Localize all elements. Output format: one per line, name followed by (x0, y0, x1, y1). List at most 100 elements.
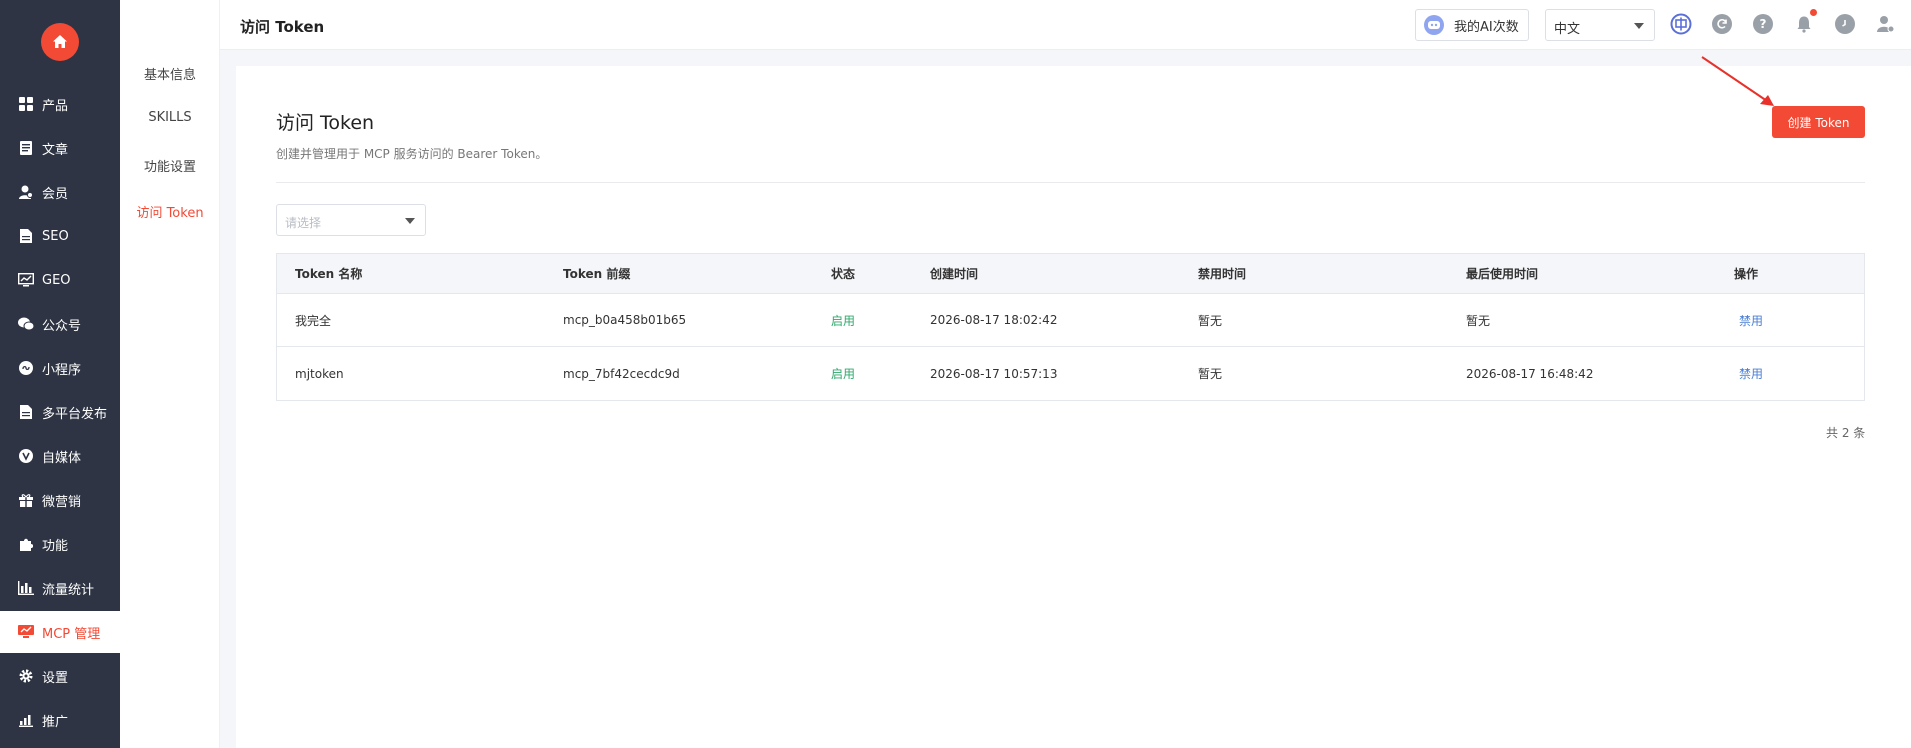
created-time: 2026-08-17 10:57:13 (930, 366, 1058, 381)
nav-item-label: 小程序 (42, 362, 82, 378)
member-icon (18, 184, 34, 200)
page-breadcrumb-title: 访问 Token (240, 18, 325, 36)
annotation-arrow (1701, 56, 1774, 106)
disabled-time: 暂无 (1198, 313, 1223, 328)
nav-item-label: 文章 (42, 142, 69, 158)
token-prefix: mcp_b0a458b01b65 (563, 313, 687, 327)
chevron-down-icon (405, 218, 415, 224)
document-icon (18, 140, 34, 156)
last-used-time: 暂无 (1466, 313, 1491, 328)
ai-quota-label: 我的AI次数 (1454, 19, 1519, 35)
pagination-total: 共 2 条 (1826, 426, 1866, 440)
translate-icon[interactable] (1670, 13, 1692, 35)
publish-file-icon (18, 404, 34, 420)
nav-item-traffic-stats[interactable]: 流量统计 (0, 567, 120, 609)
status-badge: 启用 (831, 367, 856, 381)
token-name: mjtoken (295, 366, 344, 381)
seo-file-icon (18, 228, 34, 244)
token-table: Token 名称 Token 前缀 状态 创建时间 禁用时间 最后使用时间 操作… (276, 253, 1865, 401)
nav-item-label: 流量统计 (42, 582, 95, 598)
nav-item-features[interactable]: 功能 (0, 523, 120, 565)
home-logo-button[interactable] (41, 23, 79, 61)
nav-item-label: 设置 (42, 670, 69, 686)
divider (276, 182, 1865, 183)
status-badge: 启用 (831, 313, 856, 328)
nav-item-label: 微营销 (42, 494, 82, 510)
nav-item-label: 多平台发布 (42, 406, 108, 422)
filter-placeholder: 请选择 (285, 216, 322, 230)
nav-item-multi-publish[interactable]: 多平台发布 (0, 391, 120, 433)
puzzle-icon (18, 536, 34, 552)
bar-chart-icon (18, 580, 34, 596)
page-title: 访问 Token (276, 112, 375, 134)
nav-item-label: 会员 (42, 186, 69, 202)
ai-quota-button[interactable]: 我的AI次数 (1415, 9, 1529, 41)
nav-item-self-media[interactable]: 自媒体 (0, 435, 120, 477)
grid-icon (18, 96, 34, 112)
miniprogram-icon (18, 360, 34, 376)
promote-chart-icon (18, 712, 34, 728)
disabled-time: 暂无 (1198, 367, 1223, 381)
token-prefix: mcp_7bf42cecdc9d (563, 366, 680, 381)
last-used-time: 2026-08-17 16:48:42 (1466, 366, 1594, 381)
top-bar: 访问 Token 我的AI次数 中文 ? (220, 0, 1911, 50)
column-header-created: 创建时间 (930, 267, 979, 281)
nav-item-label: GEO (42, 272, 71, 288)
created-time: 2026-08-17 18:02:42 (930, 313, 1058, 327)
nav-item-label: 推广 (42, 714, 69, 730)
monitor-chart-icon (18, 272, 34, 288)
column-header-actions: 操作 (1734, 267, 1759, 281)
subnav-item-feature-settings[interactable]: 功能设置 (120, 156, 220, 175)
nav-item-members[interactable]: 会员 (0, 171, 120, 213)
user-icon[interactable] (1875, 13, 1897, 35)
sub-sidebar: 基本信息 SKILLS 功能设置 访问 Token (120, 0, 220, 748)
nav-item-promote[interactable]: 推广 (0, 699, 120, 741)
nav-item-label: MCP 管理 (42, 626, 101, 642)
notification-dot (1810, 9, 1817, 16)
subnav-item-access-token[interactable]: 访问 Token (120, 202, 220, 221)
nav-item-label: 产品 (42, 98, 69, 114)
bell-icon[interactable] (1793, 9, 1817, 35)
table-header: Token 名称 Token 前缀 状态 创建时间 禁用时间 最后使用时间 操作 (277, 254, 1864, 294)
media-icon (18, 448, 34, 464)
nav-item-label: SEO (42, 228, 69, 244)
table-row: mjtoken mcp_7bf42cecdc9d 启用 2026-08-17 1… (277, 347, 1864, 400)
column-header-prefix: Token 前缀 (563, 267, 631, 281)
help-icon[interactable]: ? (1752, 13, 1774, 35)
create-token-button[interactable]: 创建 Token (1772, 106, 1865, 138)
column-header-last-used: 最后使用时间 (1466, 267, 1539, 281)
table-row: 我完全 mcp_b0a458b01b65 启用 2026-08-17 18:02… (277, 294, 1864, 347)
nav-item-wechat-official[interactable]: 公众号 (0, 303, 120, 345)
nav-item-label: 功能 (42, 538, 69, 554)
language-select[interactable]: 中文 (1545, 9, 1655, 41)
robot-icon (1424, 15, 1444, 35)
gift-icon (18, 492, 34, 508)
nav-item-settings[interactable]: 设置 (0, 655, 120, 697)
nav-item-geo[interactable]: GEO (0, 259, 120, 301)
subnav-item-basic-info[interactable]: 基本信息 (120, 64, 220, 83)
nav-item-products[interactable]: 产品 (0, 83, 120, 125)
refresh-icon[interactable] (1711, 13, 1733, 35)
disable-token-link[interactable]: 禁用 (1734, 312, 1763, 329)
status-filter-select[interactable]: 请选择 (276, 204, 426, 236)
column-header-disabled: 禁用时间 (1198, 267, 1247, 281)
subnav-item-skills[interactable]: SKILLS (120, 110, 220, 125)
page-description: 创建并管理用于 MCP 服务访问的 Bearer Token。 (276, 147, 548, 161)
nav-item-seo[interactable]: SEO (0, 215, 120, 257)
main-content-card: 访问 Token 创建并管理用于 MCP 服务访问的 Bearer Token。… (236, 66, 1911, 748)
main-sidebar: 产品 文章 会员 SEO GEO 公众号 小程序 多平台发布 自媒体 微营销 功… (0, 0, 120, 748)
clock-icon[interactable] (1834, 13, 1856, 35)
nav-item-miniprogram[interactable]: 小程序 (0, 347, 120, 389)
nav-item-micro-marketing[interactable]: 微营销 (0, 479, 120, 521)
nav-item-label: 公众号 (42, 318, 82, 334)
mcp-icon (18, 624, 34, 640)
nav-item-label: 自媒体 (42, 450, 82, 466)
nav-item-mcp[interactable]: MCP 管理 (0, 611, 120, 653)
token-name: 我完全 (295, 313, 332, 328)
home-icon (53, 35, 67, 48)
column-header-name: Token 名称 (295, 267, 363, 281)
disable-token-link[interactable]: 禁用 (1734, 365, 1763, 382)
column-header-status: 状态 (831, 267, 856, 281)
nav-item-articles[interactable]: 文章 (0, 127, 120, 169)
language-selected-value: 中文 (1554, 22, 1581, 37)
